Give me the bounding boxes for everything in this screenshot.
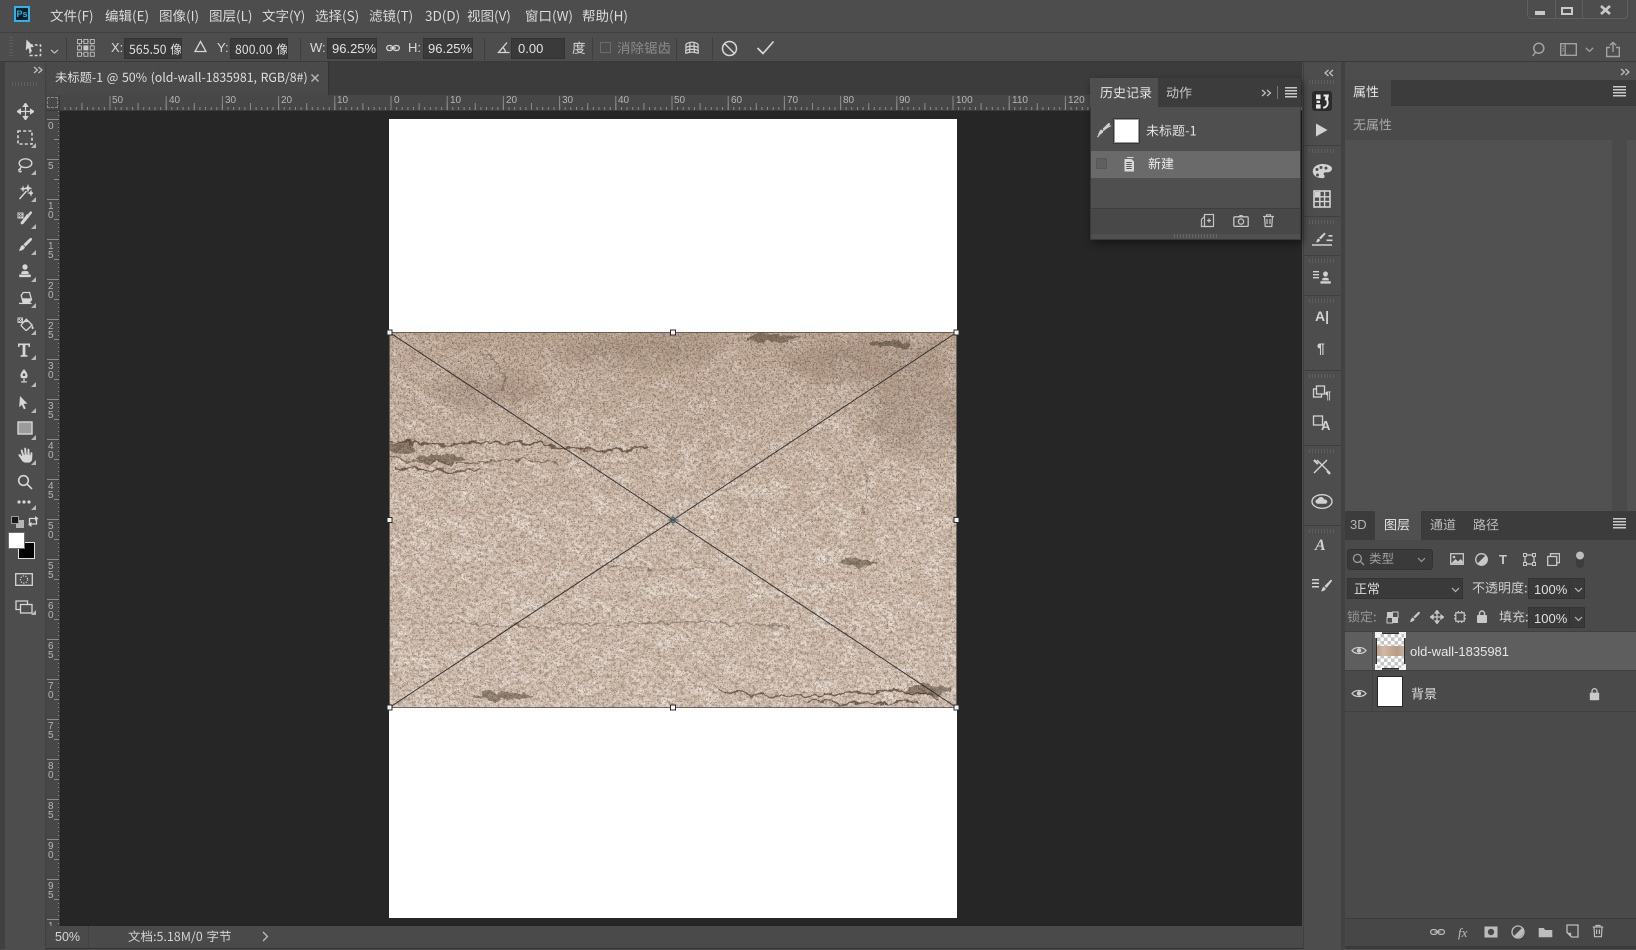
svg-text:¶: ¶: [1325, 390, 1331, 401]
svg-text:A: A: [1321, 418, 1331, 431]
